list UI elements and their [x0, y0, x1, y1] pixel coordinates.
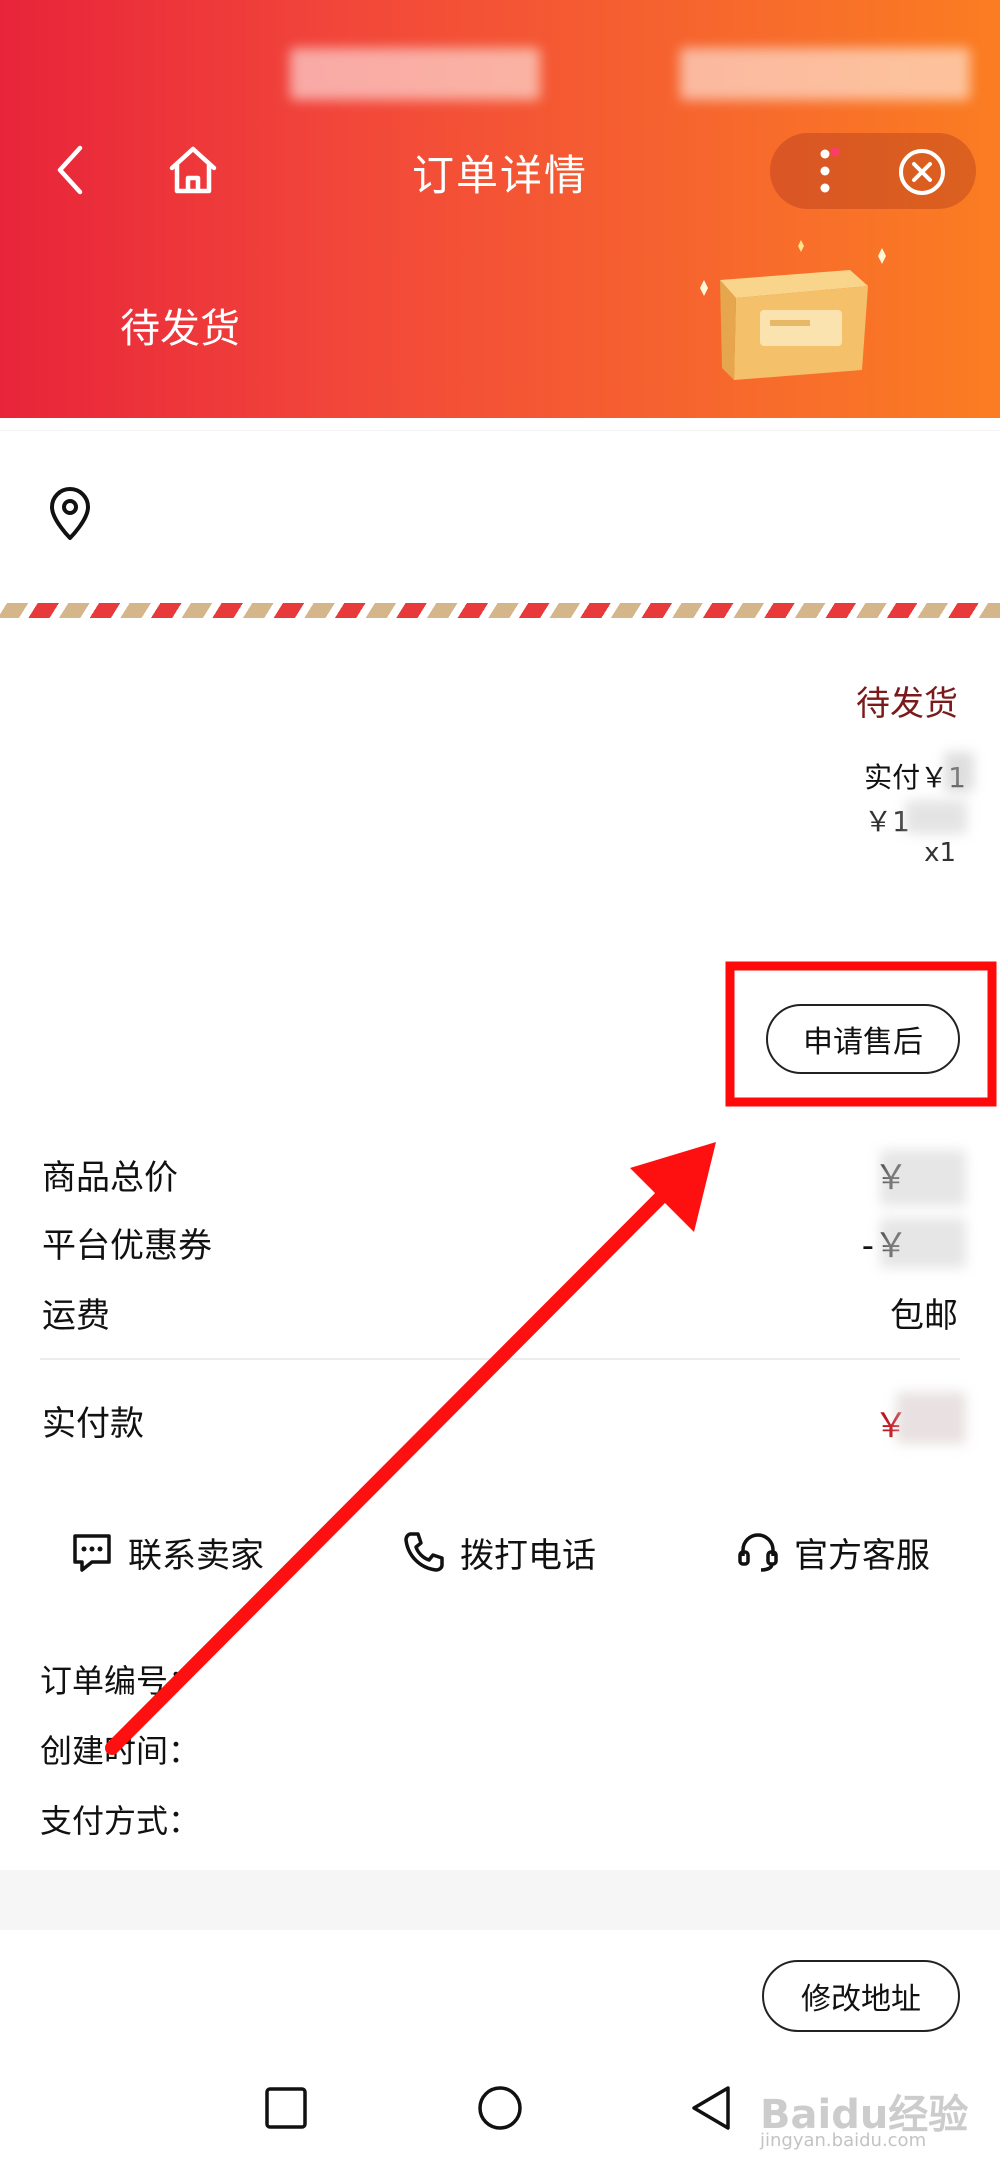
- annotation-overlay: [105, 961, 997, 1755]
- annotation-arrow-shaft: [105, 1179, 679, 1755]
- highlight-box: [725, 961, 997, 1107]
